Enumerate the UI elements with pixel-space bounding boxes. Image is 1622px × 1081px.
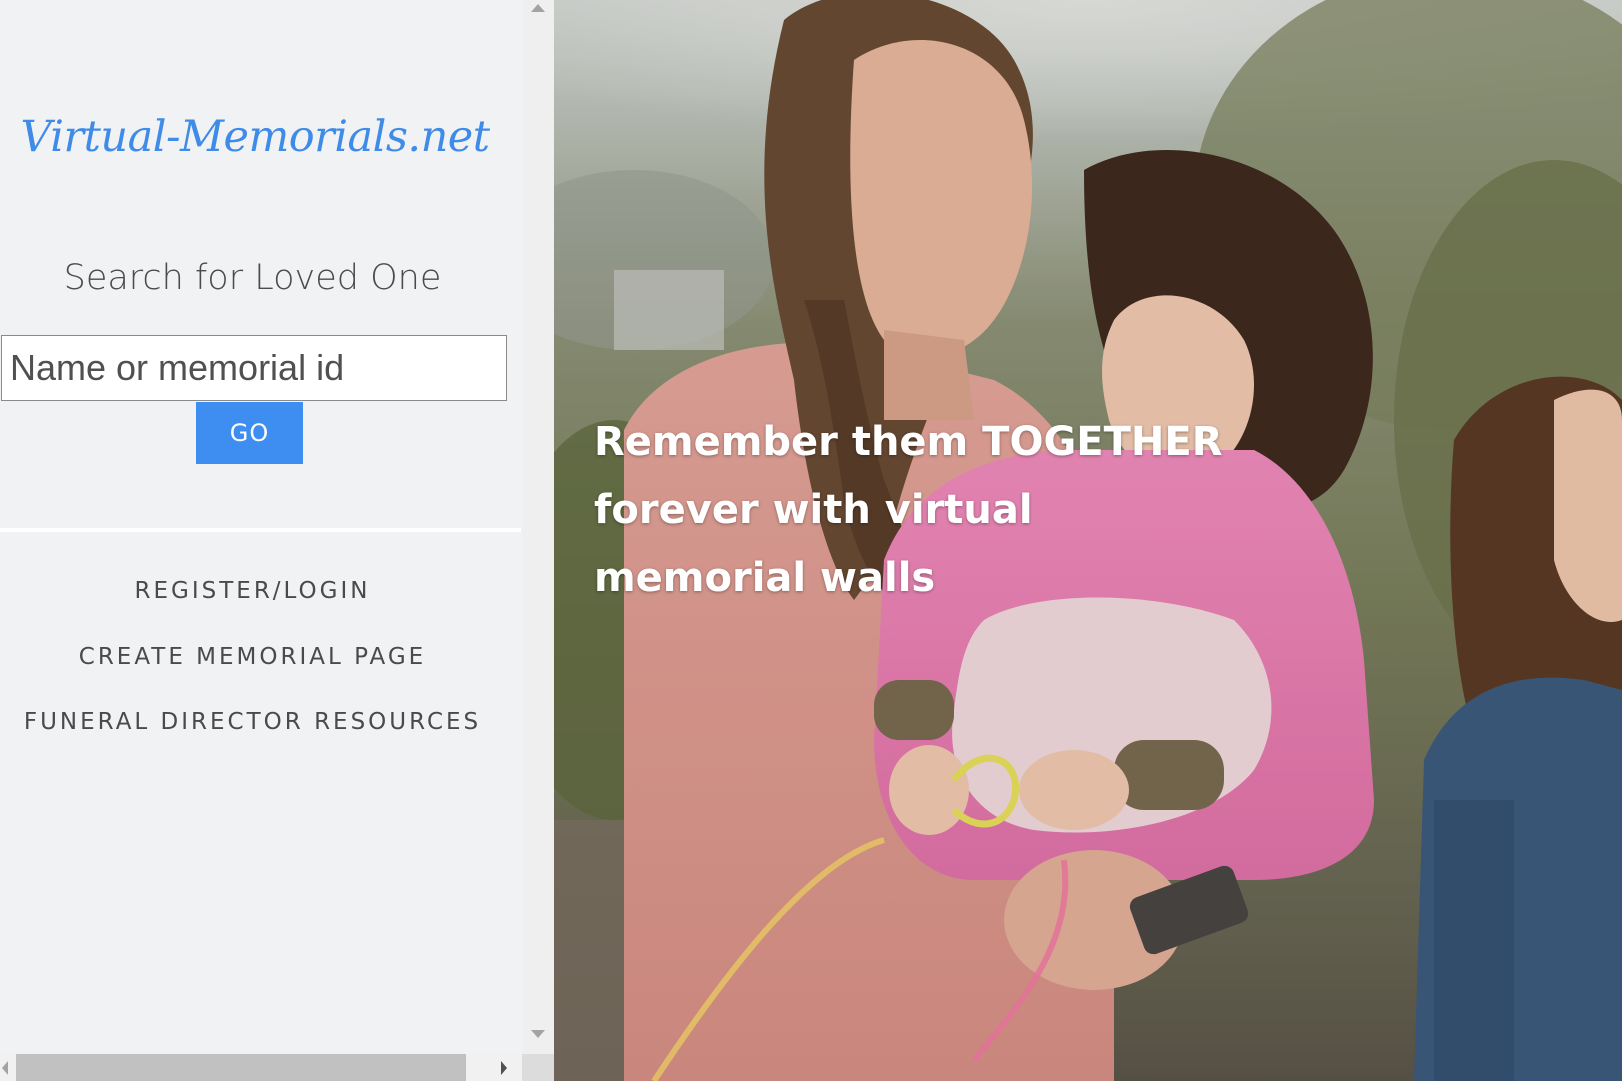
scroll-right-arrow-icon[interactable]	[501, 1061, 507, 1075]
nav-create-memorial-page[interactable]: CREATE MEMORIAL PAGE	[0, 644, 505, 670]
site-logo[interactable]: Virtual-Memorials.net	[0, 112, 510, 162]
go-button[interactable]: GO	[196, 402, 303, 464]
search-input[interactable]	[1, 335, 507, 401]
nav-funeral-director-resources[interactable]: FUNERAL DIRECTOR RESOURCES	[0, 709, 505, 735]
scrollbar-corner	[522, 1054, 554, 1081]
scroll-down-arrow-icon[interactable]	[531, 1030, 545, 1038]
hero-section: Remember them TOGETHER forever with virt…	[554, 0, 1622, 1081]
sidebar: Virtual-Memorials.net Search for Loved O…	[0, 0, 523, 1081]
horizontal-scroll-thumb[interactable]	[16, 1054, 466, 1081]
app-window: Virtual-Memorials.net Search for Loved O…	[0, 0, 1622, 1081]
hero-tagline: Remember them TOGETHER forever with virt…	[594, 419, 1223, 601]
nav-register-login[interactable]: REGISTER/LOGIN	[0, 578, 505, 604]
horizontal-scrollbar[interactable]	[0, 1054, 554, 1081]
scroll-up-arrow-icon[interactable]	[531, 4, 545, 12]
search-heading: Search for Loved One	[63, 258, 442, 298]
scroll-left-arrow-icon[interactable]	[2, 1061, 8, 1075]
sidebar-divider	[0, 528, 521, 532]
vertical-scrollbar[interactable]	[522, 0, 554, 1054]
